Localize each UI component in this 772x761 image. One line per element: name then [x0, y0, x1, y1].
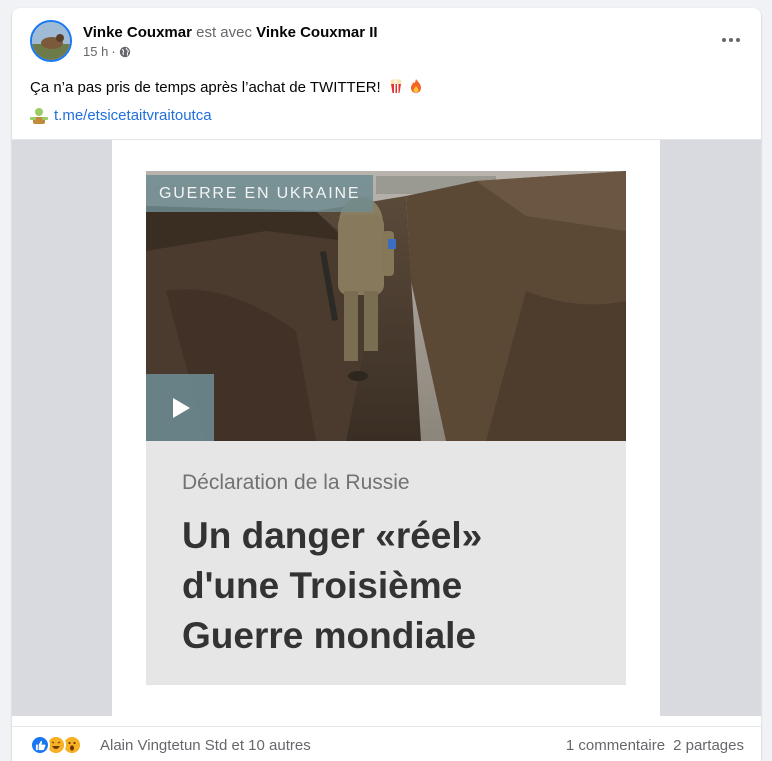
with-text: est avec — [196, 24, 252, 41]
globe-icon[interactable] — [119, 46, 131, 58]
post-header: Vinke Couxmar est avec Vinke Couxmar II … — [12, 8, 761, 68]
reaction-icons[interactable] — [30, 735, 82, 755]
popcorn-icon — [390, 78, 402, 93]
laugh-face-icon — [48, 737, 64, 753]
zombie-icon — [30, 108, 48, 124]
telegram-link[interactable]: t.me/etsicetaitvraitoutca — [54, 106, 212, 126]
post-time[interactable]: 15 h — [83, 44, 108, 59]
post-link-line: t.me/etsicetaitvraitoutca — [30, 106, 212, 126]
dot-icon — [722, 38, 726, 42]
post-meta: 15 h · — [83, 44, 131, 59]
engagement-counts: 1 commentaire 2 partages — [566, 737, 744, 754]
post-text-content: Ça n’a pas pris de temps après l’achat d… — [30, 79, 381, 96]
graphic-headline: Un danger «réel» d'une Troisième Guerre … — [182, 511, 482, 661]
play-button[interactable] — [146, 374, 214, 441]
avatar-image — [32, 22, 70, 60]
like-icon — [30, 735, 50, 755]
tagged-name[interactable]: Vinke Couxmar II — [256, 24, 377, 41]
category-tag: GUERRE EN UKRAINE — [146, 175, 374, 212]
headline-line: Un danger «réel» — [182, 515, 483, 556]
graphic-subtitle: Déclaration de la Russie — [182, 471, 410, 494]
meta-separator: · — [111, 44, 116, 59]
headline-line: d'une Troisième — [182, 565, 463, 606]
comments-count[interactable]: 1 commentaire — [566, 737, 665, 754]
dot-icon — [729, 38, 733, 42]
post-footer: Alain Vingtetun Std et 10 autres 1 comme… — [12, 726, 761, 761]
wow-face-icon — [64, 737, 80, 753]
post-card: Vinke Couxmar est avec Vinke Couxmar II … — [12, 8, 761, 761]
more-options-button[interactable] — [719, 30, 743, 50]
headline-line: Guerre mondiale — [182, 615, 477, 656]
post-text: Ça n’a pas pris de temps après l’achat d… — [30, 78, 424, 98]
author-name[interactable]: Vinke Couxmar — [83, 24, 192, 41]
author-avatar[interactable] — [30, 20, 72, 62]
author-line: Vinke Couxmar est avec Vinke Couxmar II — [83, 23, 378, 42]
reaction-names[interactable]: Alain Vingtetun Std et 10 autres — [100, 737, 311, 754]
trench-photo: GUERRE EN UKRAINE — [146, 171, 626, 441]
shares-count[interactable]: 2 partages — [673, 737, 744, 754]
dot-icon — [736, 38, 740, 42]
thumb-icon — [35, 740, 45, 750]
fire-icon — [411, 79, 422, 93]
play-icon — [173, 397, 190, 418]
news-graphic[interactable]: GUERRE EN UKRAINE Déclaration de la Russ… — [146, 171, 626, 685]
